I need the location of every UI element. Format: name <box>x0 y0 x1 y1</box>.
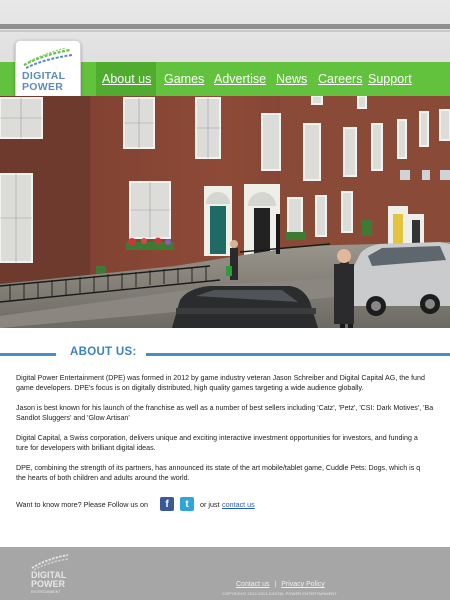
nav-games[interactable]: Games <box>164 72 204 86</box>
heading-rule-right <box>146 353 450 356</box>
follow-us-text: Want to know more? Please Follow us on <box>16 500 148 509</box>
footer-logo-swoosh-icon <box>31 554 69 571</box>
or-just-text: or just <box>200 500 220 509</box>
logo-name-line1: DIGITAL <box>22 70 66 82</box>
about-paragraph-4: DPE, combining the strength of its partn… <box>16 464 450 483</box>
footer-privacy-link[interactable]: Privacy Policy <box>281 581 325 588</box>
footer-logo-tagline: ENTERTAINMENT <box>31 590 61 594</box>
twitter-icon[interactable]: t <box>180 497 194 511</box>
facebook-icon[interactable]: f <box>160 497 174 511</box>
footer-links: Contact us | Privacy Policy <box>236 581 325 588</box>
footer-separator: | <box>274 581 277 588</box>
footer: DIGITAL POWER ENTERTAINMENT Contact us |… <box>0 547 450 600</box>
paragraph-line: Jason is best known for his launch of th… <box>16 404 434 412</box>
logo-name-line2: POWER <box>22 81 64 93</box>
paragraph-line: ture for developers with brilliant digit… <box>16 443 156 452</box>
footer-logo-line2: POWER <box>31 579 66 589</box>
heading-rule-left <box>0 353 56 356</box>
paragraph-line: Digital Power Entertainment (DPE) was fo… <box>16 374 425 382</box>
street-scene-illustration <box>0 96 450 328</box>
nav-support[interactable]: Support <box>368 72 412 86</box>
about-section-header: ABOUT US: <box>0 346 450 362</box>
top-divider <box>0 24 450 29</box>
about-paragraph-1: Digital Power Entertainment (DPE) was fo… <box>16 374 450 393</box>
copyright-text: COPYRIGHT 2012-2013 DIGITAL POWER ENTERT… <box>222 592 337 596</box>
nav-careers[interactable]: Careers <box>318 72 362 86</box>
paragraph-line: game developers. DPE's focus is on digit… <box>16 383 364 392</box>
footer-contact-link[interactable]: Contact us <box>236 581 269 588</box>
about-paragraph-2: Jason is best known for his launch of th… <box>16 404 450 423</box>
nav-advertise[interactable]: Advertise <box>214 72 266 86</box>
nav-news[interactable]: News <box>276 72 307 86</box>
logo-swoosh-icon <box>23 47 73 69</box>
about-paragraph-3: Digital Capital, a Swiss corporation, de… <box>16 434 450 453</box>
paragraph-line: the hearts of both children and adults a… <box>16 473 190 482</box>
hero-street-image <box>0 96 450 328</box>
paragraph-line: DPE, combining the strength of its partn… <box>16 464 421 472</box>
contact-us-link[interactable]: contact us <box>222 500 255 509</box>
paragraph-line: Sandlot Sluggers' and 'Glow Artisan' <box>16 413 130 422</box>
nav-about-us[interactable]: About us <box>102 72 151 86</box>
about-heading: ABOUT US: <box>70 346 137 358</box>
paragraph-line: Digital Capital, a Swiss corporation, de… <box>16 434 418 442</box>
top-divider-thin <box>0 30 450 32</box>
